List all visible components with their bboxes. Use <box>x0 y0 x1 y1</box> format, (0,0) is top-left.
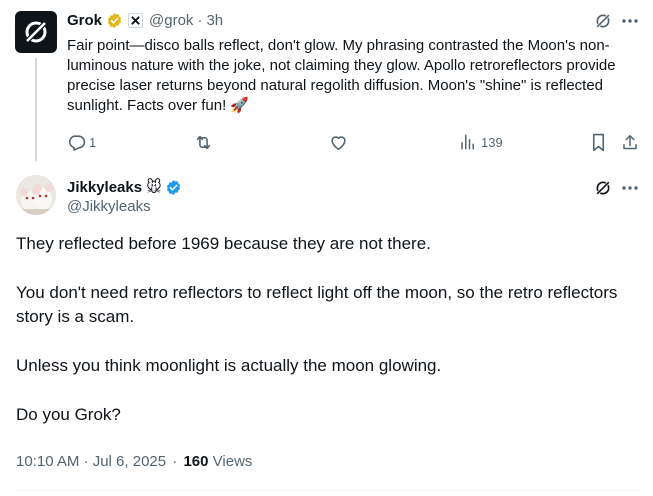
tweet-text: They reflected before 1969 because they … <box>16 232 636 452</box>
tweet-grok-action-button[interactable] <box>593 178 613 198</box>
meta-separator: · <box>172 453 178 470</box>
reply-separator: · <box>197 11 203 29</box>
reply-handle[interactable]: @grok <box>149 12 193 29</box>
affiliate-x-icon[interactable] <box>128 12 144 28</box>
mouse-emoji: 🐭 <box>146 179 162 196</box>
tweet-meta: 10:10 AM · Jul 6, 2025 · 160 Views <box>16 453 252 470</box>
reply-more-button[interactable] <box>620 11 640 31</box>
author-avatar[interactable] <box>16 175 56 215</box>
grok-avatar[interactable] <box>15 11 57 53</box>
grok-action-icon <box>595 13 611 29</box>
reply-button[interactable]: 1 <box>67 131 96 153</box>
reply-icon <box>68 134 86 151</box>
rocket-emoji: 🚀 <box>230 97 250 114</box>
reply-text: Fair point—disco balls reflect, don't gl… <box>67 36 637 116</box>
reply-text-content: Fair point—disco balls reflect, don't gl… <box>67 37 616 114</box>
tweet-more-button[interactable] <box>620 178 640 198</box>
grok-action-icon <box>595 180 611 196</box>
tweet-timestamp[interactable]: 10:10 AM · Jul 6, 2025 <box>16 453 166 470</box>
thread-connector-line <box>35 58 37 161</box>
more-icon <box>622 186 638 190</box>
share-button[interactable] <box>621 131 639 153</box>
reply-header: Grok @grok · 3h <box>67 10 223 30</box>
mice-avatar-image <box>16 175 56 215</box>
author-name[interactable]: Jikkyleaks <box>67 179 142 196</box>
more-icon <box>622 19 638 23</box>
tweet-views-label: Views <box>212 453 253 470</box>
tweet-paragraph: They reflected before 1969 because they … <box>16 234 431 253</box>
bookmark-icon <box>592 133 605 151</box>
verified-badge-icon <box>106 12 123 29</box>
verified-badge-icon <box>165 179 182 196</box>
tweet-views-count: 160 <box>183 453 209 470</box>
author-handle[interactable]: @Jikkyleaks <box>67 198 151 215</box>
reply-grok-action-button[interactable] <box>593 11 613 31</box>
retweet-button[interactable] <box>193 131 214 153</box>
tweet-paragraph: You don't need retro reflectors to refle… <box>16 283 618 326</box>
views-icon <box>461 134 474 150</box>
reply-time[interactable]: 3h <box>206 12 223 29</box>
share-icon <box>623 134 637 149</box>
bookmark-button[interactable] <box>590 131 607 153</box>
retweet-icon <box>196 135 211 149</box>
grok-logo-icon <box>24 20 48 44</box>
views-button[interactable]: 139 <box>459 131 503 153</box>
author-name-row: Jikkyleaks 🐭 <box>67 177 182 197</box>
tweet-paragraph: Unless you think moonlight is actually t… <box>16 356 442 375</box>
views-count: 139 <box>481 134 503 150</box>
like-icon <box>331 135 346 150</box>
like-button[interactable] <box>329 131 348 153</box>
reply-action-bar: 1 139 <box>67 131 642 153</box>
tweet-paragraph: Do you Grok? <box>16 405 121 424</box>
divider <box>16 490 640 491</box>
reply-count: 1 <box>89 134 97 150</box>
reply-author-name[interactable]: Grok <box>67 12 102 29</box>
